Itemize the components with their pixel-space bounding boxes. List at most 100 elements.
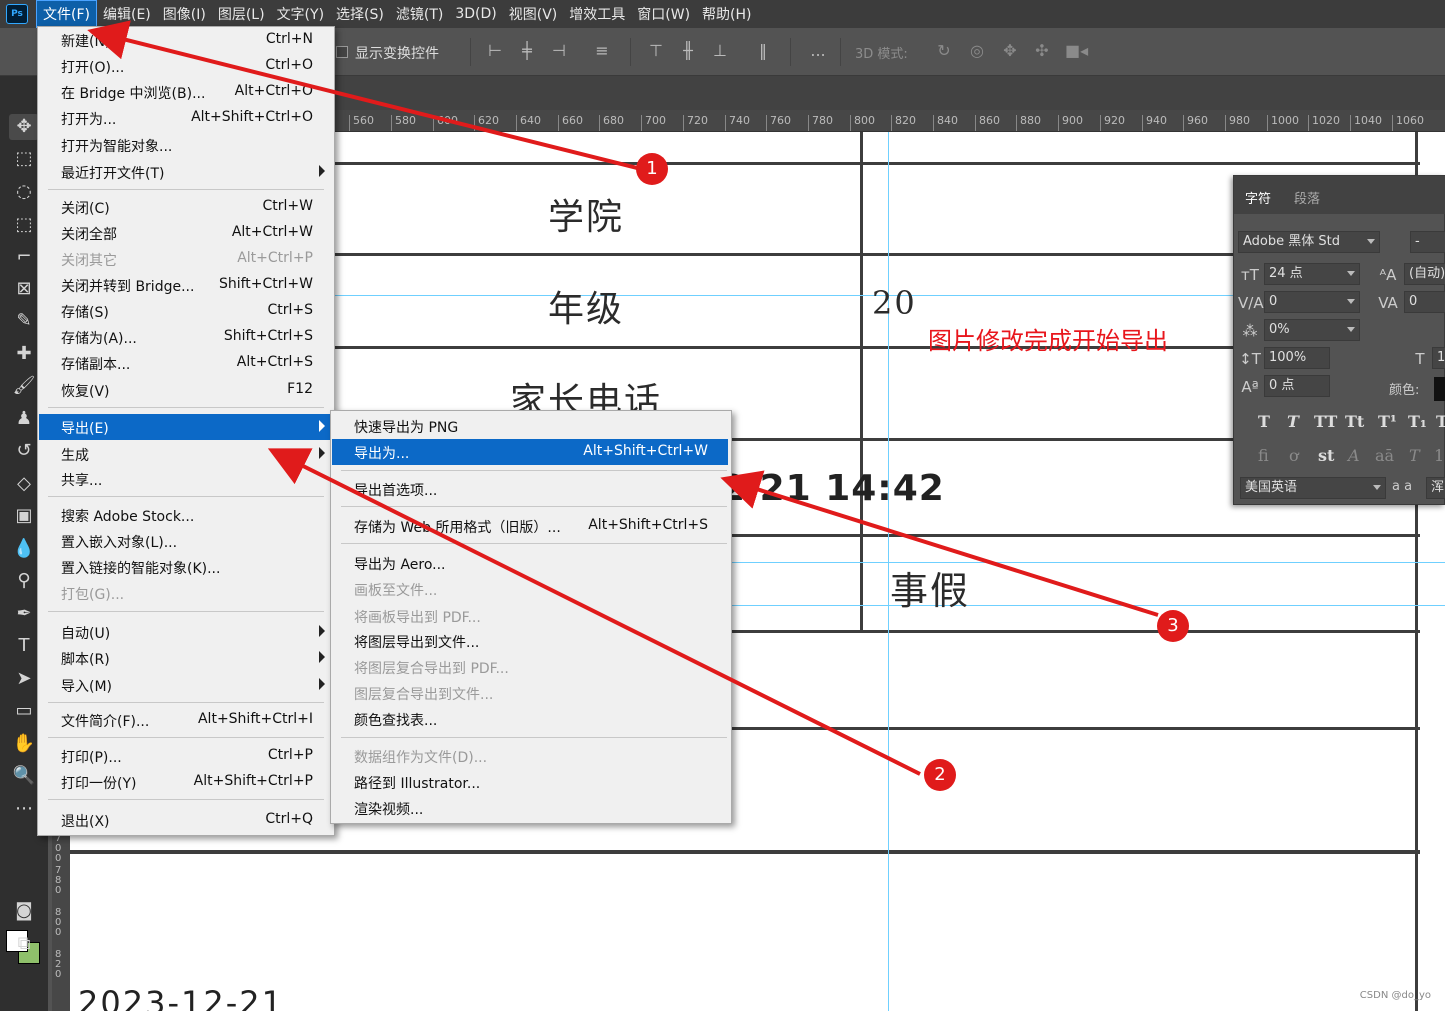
menu-item-browse-bridge[interactable]: 在 Bridge 中浏览(B)... Alt+Ctrl+O — [39, 79, 333, 105]
menu-item-place-embedded[interactable]: 置入嵌入对象(L)... — [39, 528, 333, 554]
menu-item-export-as[interactable]: 导出为... Alt+Shift+Ctrl+W — [332, 439, 728, 465]
menu-item-search-adobe-stock[interactable]: 搜索 Adobe Stock... — [39, 502, 333, 528]
move-tool-icon[interactable]: ✥ — [9, 114, 39, 140]
dodge-tool-icon[interactable]: ⚲ — [9, 568, 39, 594]
gradient-tool-icon[interactable]: ▣ — [9, 503, 39, 529]
menu-window[interactable]: 窗口(W) — [631, 1, 696, 27]
quick-mask-icon[interactable]: ◙ — [9, 898, 39, 924]
align-middle-v-icon[interactable]: ╫ — [678, 41, 698, 61]
lasso-tool-icon[interactable]: ◌ — [9, 179, 39, 205]
distribute-icon[interactable]: ≡ — [592, 41, 612, 61]
pen-tool-icon[interactable]: ✒ — [9, 601, 39, 627]
eyedropper-tool-icon[interactable]: ✎ — [9, 308, 39, 334]
menu-item-package[interactable]: 打包(G)... — [39, 580, 333, 606]
menu-item-close-all[interactable]: 关闭全部 Alt+Ctrl+W — [39, 220, 333, 246]
language-select[interactable]: 美国英语 — [1240, 477, 1386, 499]
tab-paragraph[interactable]: 段落 — [1294, 188, 1320, 207]
3d-roll-icon[interactable]: ◎ — [967, 41, 987, 61]
menu-file[interactable]: 文件(F) — [36, 0, 97, 28]
baseline-shift-field[interactable]: 0 点 — [1264, 375, 1330, 397]
tab-character[interactable]: 字符 — [1245, 188, 1271, 207]
frame-tool-icon[interactable]: ⊠ — [9, 276, 39, 302]
menu-item-open[interactable]: 打开(O)... Ctrl+O — [39, 53, 333, 79]
faux-italic-button[interactable]: T — [1287, 412, 1299, 431]
menu-item-automate[interactable]: 自动(U) — [39, 619, 333, 645]
menu-item-layer-comps-to-files[interactable]: 图层复合导出到文件... — [332, 680, 728, 706]
blur-tool-icon[interactable]: 💧 — [9, 536, 39, 562]
menu-plugins[interactable]: 增效工具 — [563, 1, 631, 27]
3d-camera-icon[interactable]: ■◂ — [1065, 41, 1088, 61]
history-brush-tool-icon[interactable]: ↺ — [9, 438, 39, 464]
superscript-button[interactable]: T¹ — [1378, 412, 1397, 431]
menu-layer[interactable]: 图层(L) — [212, 1, 271, 27]
marquee-tool-icon[interactable]: ⬚ — [9, 146, 39, 172]
menu-item-scripts[interactable]: 脚本(R) — [39, 645, 333, 671]
menu-select[interactable]: 选择(S) — [330, 1, 390, 27]
menu-item-render-video[interactable]: 渲染视频... — [332, 795, 728, 821]
menu-item-layers-to-files[interactable]: 将图层导出到文件... — [332, 628, 728, 654]
brush-tool-icon[interactable]: 🖌 — [9, 373, 39, 399]
old-style-button[interactable]: ơ — [1289, 446, 1299, 465]
menu-image[interactable]: 图像(I) — [157, 1, 212, 27]
eraser-tool-icon[interactable]: ◇ — [9, 471, 39, 497]
leading-field[interactable]: (自动) — [1404, 263, 1445, 285]
menu-help[interactable]: 帮助(H) — [696, 1, 757, 27]
menu-item-export-aero[interactable]: 导出为 Aero... — [332, 550, 728, 576]
menu-item-save-copy[interactable]: 存储副本... Alt+Ctrl+S — [39, 350, 333, 376]
menu-item-export-preferences[interactable]: 导出首选项... — [332, 476, 728, 502]
menu-item-save-for-web[interactable]: 存储为 Web 所用格式（旧版）... Alt+Shift+Ctrl+S — [332, 513, 728, 539]
menu-item-open-smart-object[interactable]: 打开为智能对象... — [39, 132, 333, 158]
menu-item-print-one-copy[interactable]: 打印一份(Y) Alt+Shift+Ctrl+P — [39, 769, 333, 795]
menu-item-revert[interactable]: 恢复(V) F12 — [39, 377, 333, 403]
tracking-field[interactable]: 0 — [1404, 291, 1445, 313]
titling-alt-button[interactable]: T — [1409, 446, 1420, 465]
tsume-field[interactable]: 0% — [1264, 319, 1360, 341]
menu-item-exit[interactable]: 退出(X) Ctrl+Q — [39, 807, 333, 833]
menu-3d[interactable]: 3D(D) — [449, 3, 502, 25]
font-family-select[interactable]: Adobe 黑体 Std — [1238, 231, 1380, 253]
screen-mode-icon[interactable]: ⧉ — [9, 931, 39, 957]
font-size-field[interactable]: 24 点 — [1264, 263, 1360, 285]
menu-edit[interactable]: 编辑(E) — [97, 1, 157, 27]
discretionary-lig-button[interactable]: st — [1318, 446, 1334, 465]
menu-item-layer-comps-to-pdf[interactable]: 将图层复合导出到 PDF... — [332, 654, 728, 680]
stylistic-alt-button[interactable]: aā — [1375, 446, 1394, 465]
distribute-v-icon[interactable]: ‖ — [753, 41, 773, 61]
menu-item-new[interactable]: 新建(N)... Ctrl+N — [39, 27, 333, 53]
menu-item-place-linked[interactable]: 置入链接的智能对象(K)... — [39, 554, 333, 580]
ligatures-button[interactable]: fi — [1258, 446, 1269, 465]
faux-bold-button[interactable]: T — [1258, 412, 1270, 431]
rectangle-tool-icon[interactable]: ▭ — [9, 698, 39, 724]
menu-item-open-as[interactable]: 打开为... Alt+Shift+Ctrl+O — [39, 105, 333, 131]
menu-item-artboards-to-pdf[interactable]: 将画板导出到 PDF... — [332, 603, 728, 629]
menu-item-save[interactable]: 存储(S) Ctrl+S — [39, 298, 333, 324]
menu-item-file-info[interactable]: 文件简介(F)... Alt+Shift+Ctrl+I — [39, 707, 333, 733]
menu-item-export[interactable]: 导出(E) — [39, 414, 333, 440]
align-right-icon[interactable]: ⊣ — [549, 41, 569, 61]
stamp-tool-icon[interactable]: ♟ — [9, 406, 39, 432]
crop-tool-icon[interactable]: ⌐ — [9, 244, 39, 270]
ordinals-button[interactable]: 1st — [1434, 446, 1445, 465]
menu-type[interactable]: 文字(Y) — [271, 1, 330, 27]
menu-view[interactable]: 视图(V) — [503, 1, 564, 27]
3d-orbit-icon[interactable]: ↻ — [934, 41, 954, 61]
text-color-swatch[interactable] — [1434, 377, 1445, 401]
all-caps-button[interactable]: TT — [1314, 412, 1337, 431]
align-top-icon[interactable]: ⊤ — [646, 41, 666, 61]
align-left-icon[interactable]: ⊢ — [485, 41, 505, 61]
hand-tool-icon[interactable]: ✋ — [9, 731, 39, 757]
healing-brush-tool-icon[interactable]: ✚ — [9, 341, 39, 367]
menu-item-share[interactable]: 共享... — [39, 466, 333, 492]
underline-button[interactable]: T — [1436, 412, 1445, 431]
align-bottom-icon[interactable]: ⊥ — [710, 41, 730, 61]
path-select-tool-icon[interactable]: ➤ — [9, 666, 39, 692]
zoom-tool-icon[interactable]: 🔍 — [9, 763, 39, 789]
show-transform-checkbox[interactable] — [336, 46, 348, 58]
more-options-icon[interactable]: ... — [808, 41, 828, 61]
menu-item-close[interactable]: 关闭(C) Ctrl+W — [39, 194, 333, 220]
horizontal-scale-field[interactable]: 1 — [1432, 347, 1445, 369]
menu-item-save-as[interactable]: 存储为(A)... Shift+Ctrl+S — [39, 324, 333, 350]
menu-item-data-sets-as-files[interactable]: 数据组作为文件(D)... — [332, 743, 728, 769]
align-center-h-icon[interactable]: ╪ — [517, 41, 537, 61]
vertical-scale-field[interactable]: 100% — [1264, 347, 1330, 369]
